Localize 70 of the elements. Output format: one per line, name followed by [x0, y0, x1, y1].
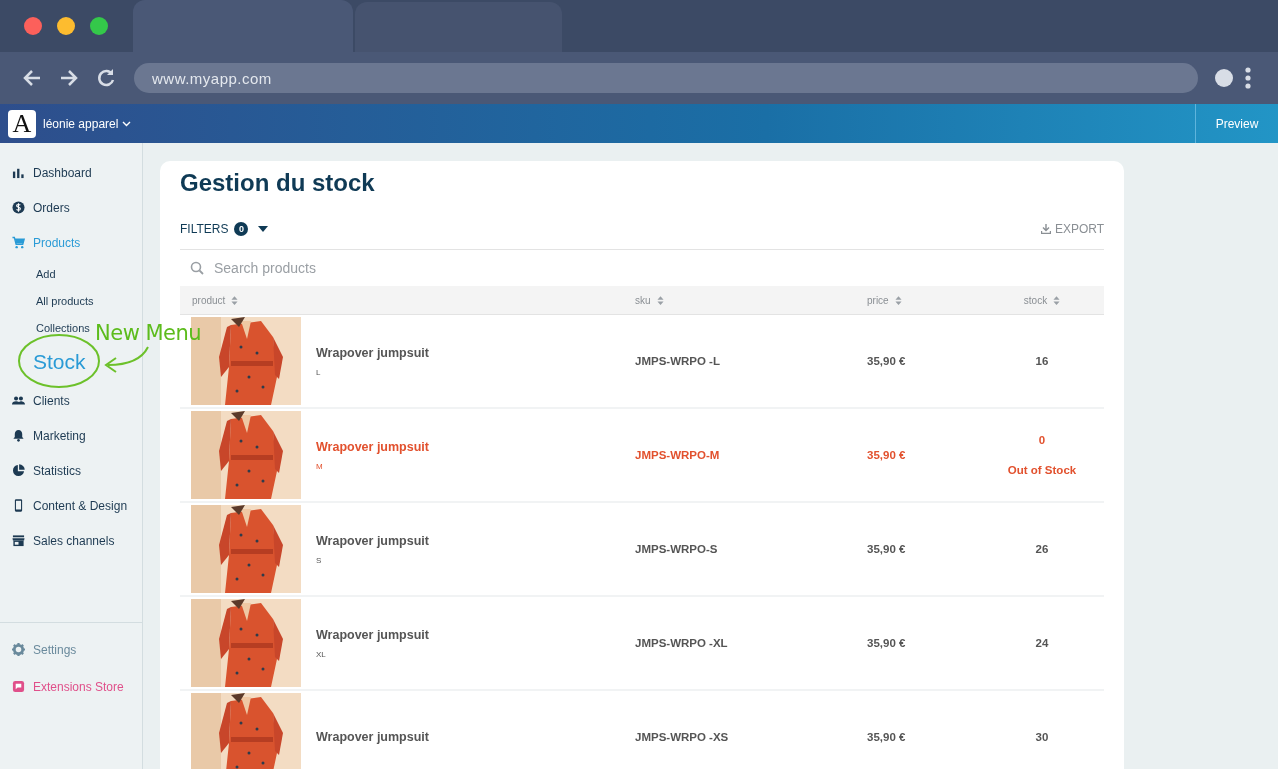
- stock-count: 24: [1034, 637, 1050, 649]
- search-icon: [190, 261, 204, 275]
- back-icon[interactable]: [22, 68, 42, 88]
- people-icon: [12, 394, 25, 407]
- sort-icon[interactable]: [231, 295, 239, 305]
- variant-label: S: [316, 555, 323, 565]
- store-logo: A: [8, 109, 36, 138]
- stock-count: 0: [1037, 434, 1047, 446]
- minimize-window-button[interactable]: [57, 17, 75, 35]
- settings-icon: [12, 643, 25, 656]
- bell-icon: [12, 429, 25, 442]
- sku-cell: JMPS-WRPO-S: [635, 543, 718, 555]
- sidebar-item[interactable]: Orders: [0, 190, 142, 225]
- bar-chart-icon: [12, 166, 25, 179]
- variant-label: XL: [316, 649, 327, 659]
- sidebar-item[interactable]: Clients: [0, 383, 142, 418]
- sidebar-item[interactable]: Sales channels: [0, 523, 142, 558]
- annotation-arrow: [102, 345, 150, 375]
- phone-icon: [12, 499, 25, 512]
- sku-cell: JMPS-WRPO -L: [635, 355, 720, 367]
- product-name: Wrapover jumpsuit: [316, 345, 429, 360]
- sort-icon[interactable]: [894, 295, 902, 305]
- store-switcher[interactable]: léonie apparel: [43, 116, 132, 131]
- download-icon: [1040, 224, 1051, 234]
- filters-button[interactable]: FILTERS 0: [180, 222, 269, 236]
- sku-cell: JMPS-WRPO-M: [635, 449, 720, 461]
- sidebar-item[interactable]: Dashboard: [0, 155, 142, 190]
- maximize-window-button[interactable]: [90, 17, 108, 35]
- stock-count: 30: [1034, 731, 1050, 743]
- address-bar[interactable]: www.myapp.com: [134, 63, 1198, 93]
- variant-label: M: [316, 461, 324, 471]
- price-cell: 35,90 €: [867, 637, 906, 649]
- product-name: Wrapover jumpsuit: [316, 439, 429, 454]
- page-title: Gestion du stock: [180, 168, 376, 198]
- dollar-icon: [12, 201, 25, 214]
- variant-label: L: [316, 367, 322, 377]
- product-name: Wrapover jumpsuit: [316, 533, 429, 548]
- forward-icon[interactable]: [59, 68, 79, 88]
- sort-icon[interactable]: [1053, 295, 1061, 305]
- product-name: Wrapover jumpsuit: [316, 627, 429, 642]
- annotation-text: New Menu: [95, 321, 202, 345]
- chevron-icon: [122, 120, 132, 127]
- caret-icon: [258, 226, 269, 232]
- product-name: Wrapover jumpsuit: [316, 730, 429, 744]
- sidebar-subitem[interactable]: Collections: [0, 314, 90, 341]
- filter-count: 0: [234, 222, 249, 236]
- profile-icon[interactable]: [1215, 69, 1233, 87]
- price-cell: 35,90 €: [867, 731, 906, 743]
- stock-count: 16: [1034, 355, 1050, 367]
- preview-button[interactable]: Preview: [1195, 104, 1278, 143]
- chat-icon: [12, 680, 25, 693]
- close-window-button[interactable]: [24, 17, 42, 35]
- sort-icon[interactable]: [656, 295, 664, 305]
- cart-icon: [12, 236, 25, 249]
- sidebar-subitem[interactable]: All products: [0, 287, 94, 314]
- sidebar-item[interactable]: Marketing: [0, 418, 142, 453]
- price-cell: 35,90 €: [867, 449, 906, 461]
- sidebar-item[interactable]: Content & Design: [0, 488, 142, 523]
- sku-cell: JMPS-WRPO -XS: [635, 731, 729, 743]
- stock-count: 26: [1034, 543, 1050, 555]
- sidebar-subitem[interactable]: Add: [0, 260, 56, 287]
- sku-cell: JMPS-WRPO -XL: [635, 637, 728, 649]
- menu-icon[interactable]: [1245, 67, 1251, 89]
- price-cell: 35,90 €: [867, 355, 906, 367]
- store-icon: [12, 534, 25, 547]
- price-cell: 35,90 €: [867, 543, 906, 555]
- sidebar-item[interactable]: Statistics: [0, 453, 142, 488]
- stock-status: Out of Stock: [1006, 464, 1078, 476]
- pie-chart-icon: [12, 464, 25, 477]
- reload-icon[interactable]: [96, 68, 116, 88]
